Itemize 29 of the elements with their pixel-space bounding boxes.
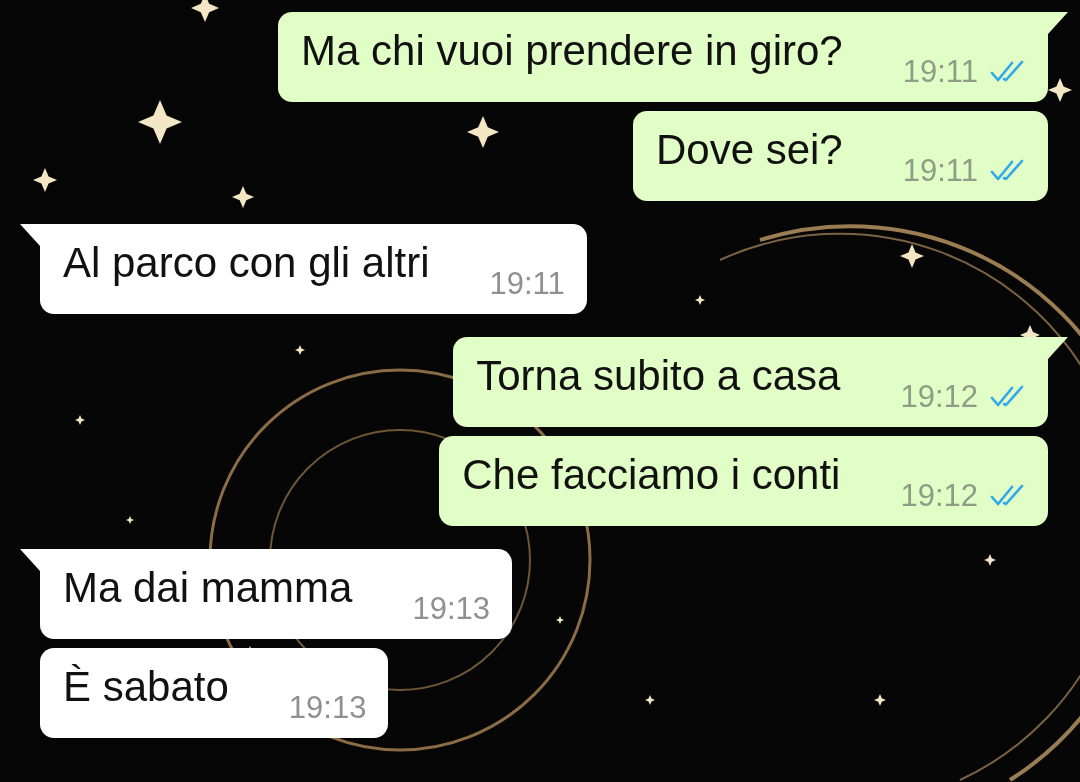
message-time: 19:13 — [288, 690, 367, 726]
star-icon — [33, 168, 57, 192]
message-text: Dove sei? — [655, 125, 843, 175]
message-time: 19:11 — [902, 153, 978, 189]
star-icon — [126, 516, 134, 524]
star-icon — [138, 100, 182, 144]
star-icon — [900, 244, 924, 268]
message-text: Che facciamo i conti — [462, 450, 841, 500]
message-time: 19:12 — [900, 478, 978, 514]
message-text: Torna subito a casa — [476, 351, 841, 401]
message-time: 19:12 — [900, 379, 978, 415]
message-time: 19:11 — [902, 54, 978, 90]
star-icon — [874, 694, 886, 706]
star-icon — [645, 695, 655, 705]
message-text: È sabato — [63, 662, 229, 712]
message-time: 19:11 — [489, 266, 565, 302]
star-icon — [295, 345, 305, 355]
star-icon — [1048, 78, 1072, 102]
message-time: 19:13 — [412, 591, 490, 627]
star-icon — [191, 0, 219, 22]
message-text: Al parco con gli altri — [63, 238, 430, 288]
star-icon — [695, 295, 705, 305]
star-icon — [556, 616, 564, 624]
star-icon — [984, 554, 996, 566]
star-icon — [467, 116, 499, 148]
message-text: Ma chi vuoi prendere in giro? — [301, 26, 843, 76]
message-text: Ma dai mamma — [63, 563, 353, 613]
star-icon — [75, 415, 85, 425]
star-icon — [232, 186, 254, 208]
